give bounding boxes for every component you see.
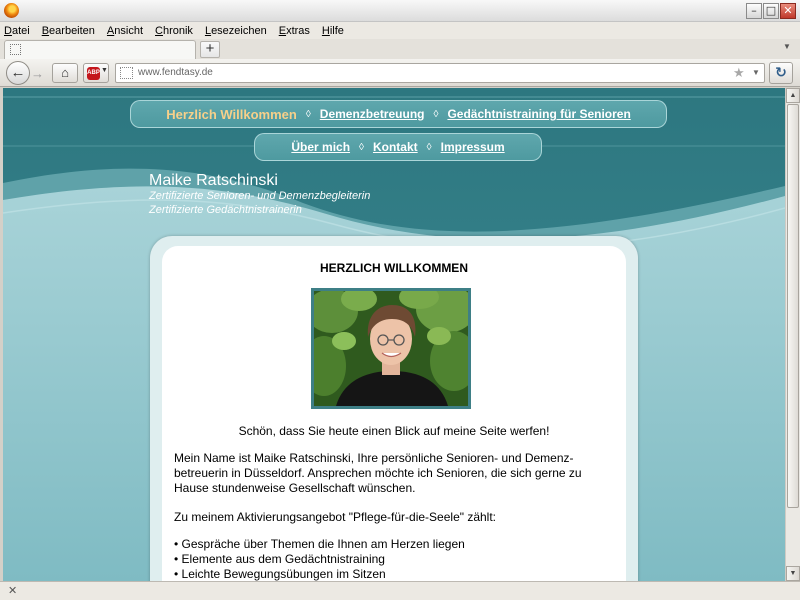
menu-hilfe[interactable]: Hilfe (322, 25, 344, 37)
forward-button[interactable]: → (31, 66, 44, 81)
list-item: • Gespräche über Themen die Ihnen am Her… (174, 537, 465, 551)
tab-strip: + ▼ (0, 39, 800, 59)
forward-arrow-icon: → (31, 66, 44, 81)
status-bar: ✕ (0, 581, 800, 600)
menu-lesezeichen[interactable]: Lesezeichen (205, 25, 267, 37)
nav-kontakt[interactable]: Kontakt (373, 140, 418, 154)
scrollbar-thumb[interactable] (787, 104, 799, 508)
browser-tab[interactable] (4, 40, 196, 59)
nav-separator: ◊ (426, 141, 432, 153)
url-text[interactable]: www.fendtasy.de (138, 67, 213, 78)
menu-ansicht[interactable]: Ansicht (107, 25, 143, 37)
nav-demenzbetreuung[interactable]: Demenzbetreuung (320, 107, 425, 121)
main-nav-bottom: Über mich ◊ Kontakt ◊ Impressum (254, 133, 542, 161)
scroll-down-button[interactable]: ▼ (786, 566, 800, 581)
nav-separator: ◊ (433, 108, 439, 120)
site-identity-icon[interactable] (120, 67, 133, 79)
bookmark-star-icon[interactable]: ★ (733, 65, 745, 81)
nav-separator: ◊ (305, 108, 311, 120)
offer-list: • Gespräche über Themen die Ihnen am Her… (174, 537, 594, 581)
menu-bearbeiten[interactable]: Bearbeiten (42, 25, 95, 37)
menu-chronik[interactable]: Chronik (155, 25, 193, 37)
menu-bar: Datei Bearbeiten Ansicht Chronik Lesezei… (0, 22, 800, 39)
nav-impressum[interactable]: Impressum (441, 140, 505, 154)
nav-herzlich-willkommen[interactable]: Herzlich Willkommen (166, 107, 297, 122)
page-title: HERZLICH WILLKOMMEN (320, 261, 468, 275)
adblock-icon: ABP (87, 67, 100, 80)
navigation-toolbar: ← → ⌂ ABP ▼ www.fendtasy.de ★ ▼ ↻ (0, 59, 800, 87)
back-button[interactable]: ← (6, 61, 30, 85)
adblock-button[interactable]: ABP ▼ (83, 63, 109, 83)
site-owner-name: Maike Ratschinski (149, 172, 278, 189)
scroll-up-button[interactable]: ▲ (786, 88, 800, 103)
site-subtitle-1: Zertifizierte Senioren- und Demenzbeglei… (149, 190, 371, 202)
address-bar[interactable]: www.fendtasy.de ★ ▼ (115, 63, 765, 83)
firefox-icon (4, 3, 19, 18)
back-arrow-icon: ← (10, 64, 26, 81)
content-card: HERZLICH WILLKOMMEN Schön, dass Sie heut… (162, 246, 626, 581)
welcome-text: Schön, dass Sie heute einen Blick auf me… (238, 424, 550, 438)
intro-paragraph: Mein Name ist Maike Ratschinski, Ihre pe… (174, 451, 582, 495)
window-titlebar: – □ ✕ (0, 0, 800, 22)
nav-separator: ◊ (359, 141, 364, 153)
vertical-scrollbar[interactable]: ▲ ▼ (785, 88, 800, 581)
tab-favicon-icon (10, 44, 21, 55)
reload-button[interactable]: ↻ (769, 62, 793, 84)
nav-ueber-mich[interactable]: Über mich (291, 140, 350, 154)
offer-intro: Zu meinem Aktivierungsangebot "Pflege-fü… (174, 510, 497, 524)
portrait-photo (311, 288, 471, 409)
home-button[interactable]: ⌂ (52, 63, 78, 83)
new-tab-button[interactable]: + (200, 41, 220, 58)
tab-list-chevron-icon[interactable]: ▼ (783, 42, 791, 51)
reload-icon: ↻ (775, 64, 787, 80)
menu-extras[interactable]: Extras (279, 25, 310, 37)
main-nav-top: Herzlich Willkommen ◊ Demenzbetreuung ◊ … (130, 100, 667, 128)
maximize-button[interactable]: □ (763, 3, 779, 19)
close-window-button[interactable]: ✕ (780, 3, 796, 19)
close-icon[interactable]: ✕ (8, 584, 17, 597)
nav-gedaechtnistraining[interactable]: Gedächtnistraining für Senioren (447, 107, 630, 121)
list-item: • Elemente aus dem Gedächtnistraining (174, 552, 385, 566)
minimize-button[interactable]: – (746, 3, 762, 19)
menu-datei[interactable]: Datei (4, 25, 30, 37)
url-dropdown-icon[interactable]: ▼ (752, 68, 760, 77)
list-item: • Leichte Bewegungsübungen im Sitzen (174, 567, 386, 581)
home-icon: ⌂ (61, 65, 69, 80)
chevron-down-icon: ▼ (101, 67, 108, 74)
content-panel: HERZLICH WILLKOMMEN Schön, dass Sie heut… (150, 236, 638, 581)
page-viewport: Herzlich Willkommen ◊ Demenzbetreuung ◊ … (3, 88, 785, 581)
site-subtitle-2: Zertifizierte Gedächtnistrainerin (149, 204, 302, 216)
